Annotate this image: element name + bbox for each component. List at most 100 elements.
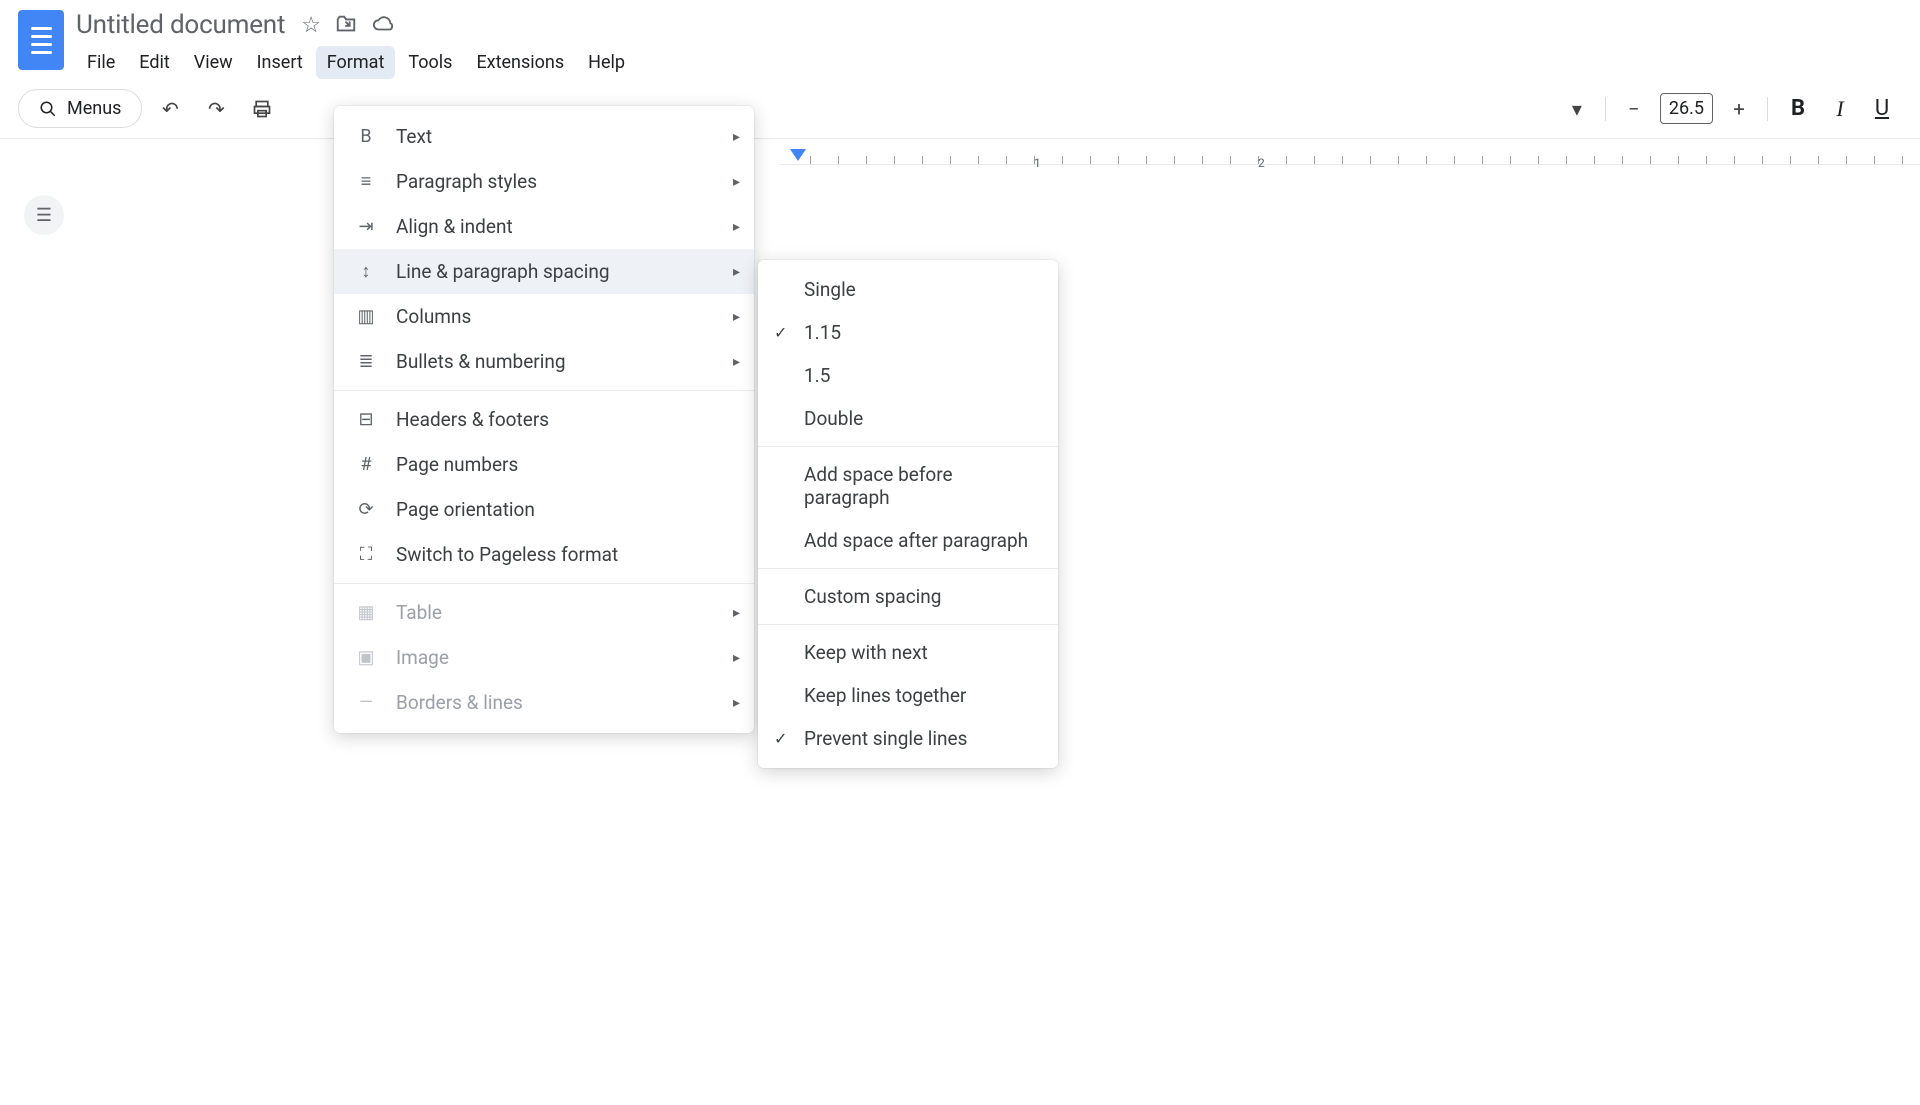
menu-item-label: Paragraph styles (396, 170, 537, 193)
search-icon (39, 100, 57, 118)
undo-button[interactable]: ↶ (152, 91, 188, 127)
menu-insert[interactable]: Insert (246, 46, 314, 79)
menu-edit[interactable]: Edit (128, 46, 180, 79)
menu-item-bullets-numbering[interactable]: ≣ Bullets & numbering ▸ (334, 339, 754, 384)
star-icon[interactable]: ☆ (301, 13, 321, 38)
menu-item-prevent-single-lines[interactable]: ✓ Prevent single lines (758, 717, 1058, 760)
menu-item-label: Align & indent (396, 215, 513, 238)
chevron-right-icon: ▸ (733, 354, 740, 370)
bold-icon: B (354, 126, 378, 147)
menu-item-add-space-after-paragraph[interactable]: Add space after paragraph (758, 519, 1058, 562)
menu-item-keep-lines-together[interactable]: Keep lines together (758, 674, 1058, 717)
menu-item-1-15[interactable]: ✓ 1.15 (758, 311, 1058, 354)
chevron-right-icon: ▸ (733, 695, 740, 711)
menu-item-borders-lines: — Borders & lines ▸ (334, 680, 754, 725)
print-button[interactable] (244, 91, 280, 127)
menu-item-label: Image (396, 646, 449, 669)
menu-item-label: Custom spacing (804, 585, 941, 608)
zoom-value[interactable]: 26.5 (1660, 93, 1713, 124)
check-icon: ✓ (774, 729, 787, 748)
menu-item-single[interactable]: Single (758, 268, 1058, 311)
menu-item-keep-with-next[interactable]: Keep with next (758, 631, 1058, 674)
menu-item-label: Borders & lines (396, 691, 523, 714)
chevron-right-icon: ▸ (733, 129, 740, 145)
cloud-status-icon[interactable] (371, 13, 395, 38)
align-indent-icon: ⇥ (354, 216, 378, 237)
menu-item-switch-to-pageless-format[interactable]: ⛶ Switch to Pageless format (334, 532, 754, 577)
menu-item-double[interactable]: Double (758, 397, 1058, 440)
redo-button[interactable]: ↷ (198, 91, 234, 127)
menu-item-label: Table (396, 601, 442, 624)
chevron-right-icon: ▸ (733, 264, 740, 280)
table-icon: ▦ (354, 602, 378, 623)
format-menu: B Text ▸ ≡ Paragraph styles ▸ ⇥ Align & indent ▸… (334, 106, 754, 733)
outline-toggle-button[interactable]: ☰ (24, 195, 64, 235)
paragraph-styles-icon: ≡ (354, 171, 378, 192)
page-numbers-icon: # (354, 454, 378, 475)
menu-item-image: ▣Image▸ (334, 635, 754, 680)
menu-item-label: Bullets & numbering (396, 350, 566, 373)
menu-item-align-indent[interactable]: ⇥ Align & indent ▸ (334, 204, 754, 249)
menu-item-columns[interactable]: ▥ Columns ▸ (334, 294, 754, 339)
search-menus[interactable]: Menus (18, 89, 142, 128)
menu-item-label: Line & paragraph spacing (396, 260, 610, 283)
document-title[interactable]: Untitled document (76, 10, 285, 40)
menu-item-label: Keep lines together (804, 684, 966, 707)
menu-item-label: Prevent single lines (804, 727, 967, 750)
menu-tools[interactable]: Tools (397, 46, 463, 79)
chevron-right-icon: ▸ (733, 174, 740, 190)
menu-item-paragraph-styles[interactable]: ≡ Paragraph styles ▸ (334, 159, 754, 204)
menu-item-1-5[interactable]: 1.5 (758, 354, 1058, 397)
search-menus-label: Menus (67, 98, 121, 119)
menu-item-line-paragraph-spacing[interactable]: ↕ Line & paragraph spacing ▸ (334, 249, 754, 294)
menu-item-label: 1.15 (804, 321, 841, 344)
menu-item-page-numbers[interactable]: # Page numbers (334, 442, 754, 487)
underline-button[interactable]: U (1862, 96, 1902, 121)
bold-button[interactable]: B (1778, 96, 1818, 121)
menu-item-headers-footers[interactable]: ⊟ Headers & footers (334, 397, 754, 442)
page-orientation-icon: ⟳ (354, 499, 378, 520)
menu-item-label: Text (396, 125, 432, 148)
line-spacing-icon: ↕ (354, 261, 378, 282)
menu-item-label: Double (804, 407, 863, 430)
menu-item-label: Add space after paragraph (804, 529, 1028, 552)
menu-item-label: Columns (396, 305, 471, 328)
check-icon: ✓ (774, 323, 787, 342)
columns-icon: ▥ (354, 306, 378, 327)
chevron-right-icon: ▸ (733, 605, 740, 621)
menu-file[interactable]: File (76, 46, 126, 79)
docs-logo[interactable] (18, 10, 64, 70)
menu-item-label: Single (804, 278, 856, 301)
menu-format[interactable]: Format (316, 46, 396, 79)
menu-item-table: ▦ Table ▸ (334, 590, 754, 635)
menu-item-label: Switch to Pageless format (396, 543, 618, 566)
bullets-numbering-icon: ≣ (354, 351, 378, 372)
move-icon[interactable] (335, 13, 357, 38)
italic-button[interactable]: I (1820, 96, 1860, 122)
zoom-in-button[interactable]: + (1721, 91, 1757, 127)
toolbar: Menus ↶ ↷ ▾ − 26.5 + B I U (0, 79, 1920, 139)
menu-item-label: Add space before paragraph (804, 463, 1038, 509)
borders-lines-icon: — (354, 692, 378, 713)
menu-help[interactable]: Help (577, 46, 636, 79)
menu-item-text[interactable]: B Text ▸ (334, 114, 754, 159)
chevron-right-icon: ▸ (733, 650, 740, 666)
app-header: Untitled document ☆ FileEditViewInsertFo… (0, 0, 1920, 79)
chevron-right-icon: ▸ (733, 309, 740, 325)
menu-item-add-space-before-paragraph[interactable]: Add space before paragraph (758, 453, 1058, 519)
menu-item-page-orientation[interactable]: ⟳ Page orientation (334, 487, 754, 532)
headers-footers-icon: ⊟ (354, 409, 378, 430)
chevron-right-icon: ▸ (733, 219, 740, 235)
horizontal-ruler[interactable]: 12 (780, 139, 1920, 165)
dropdown-caret-icon[interactable]: ▾ (1559, 91, 1595, 127)
menubar: FileEditViewInsertFormatToolsExtensionsH… (76, 46, 636, 79)
zoom-out-button[interactable]: − (1616, 91, 1652, 127)
menu-extensions[interactable]: Extensions (465, 46, 575, 79)
menu-item-label: Headers & footers (396, 408, 549, 431)
pageless-icon: ⛶ (354, 544, 378, 565)
line-spacing-menu: Single ✓ 1.15 1.5 Double Add space before par… (758, 260, 1058, 768)
menu-item-label: Page orientation (396, 498, 535, 521)
menu-item-custom-spacing[interactable]: Custom spacing (758, 575, 1058, 618)
menu-view[interactable]: View (183, 46, 244, 79)
menu-item-label: Page numbers (396, 453, 518, 476)
